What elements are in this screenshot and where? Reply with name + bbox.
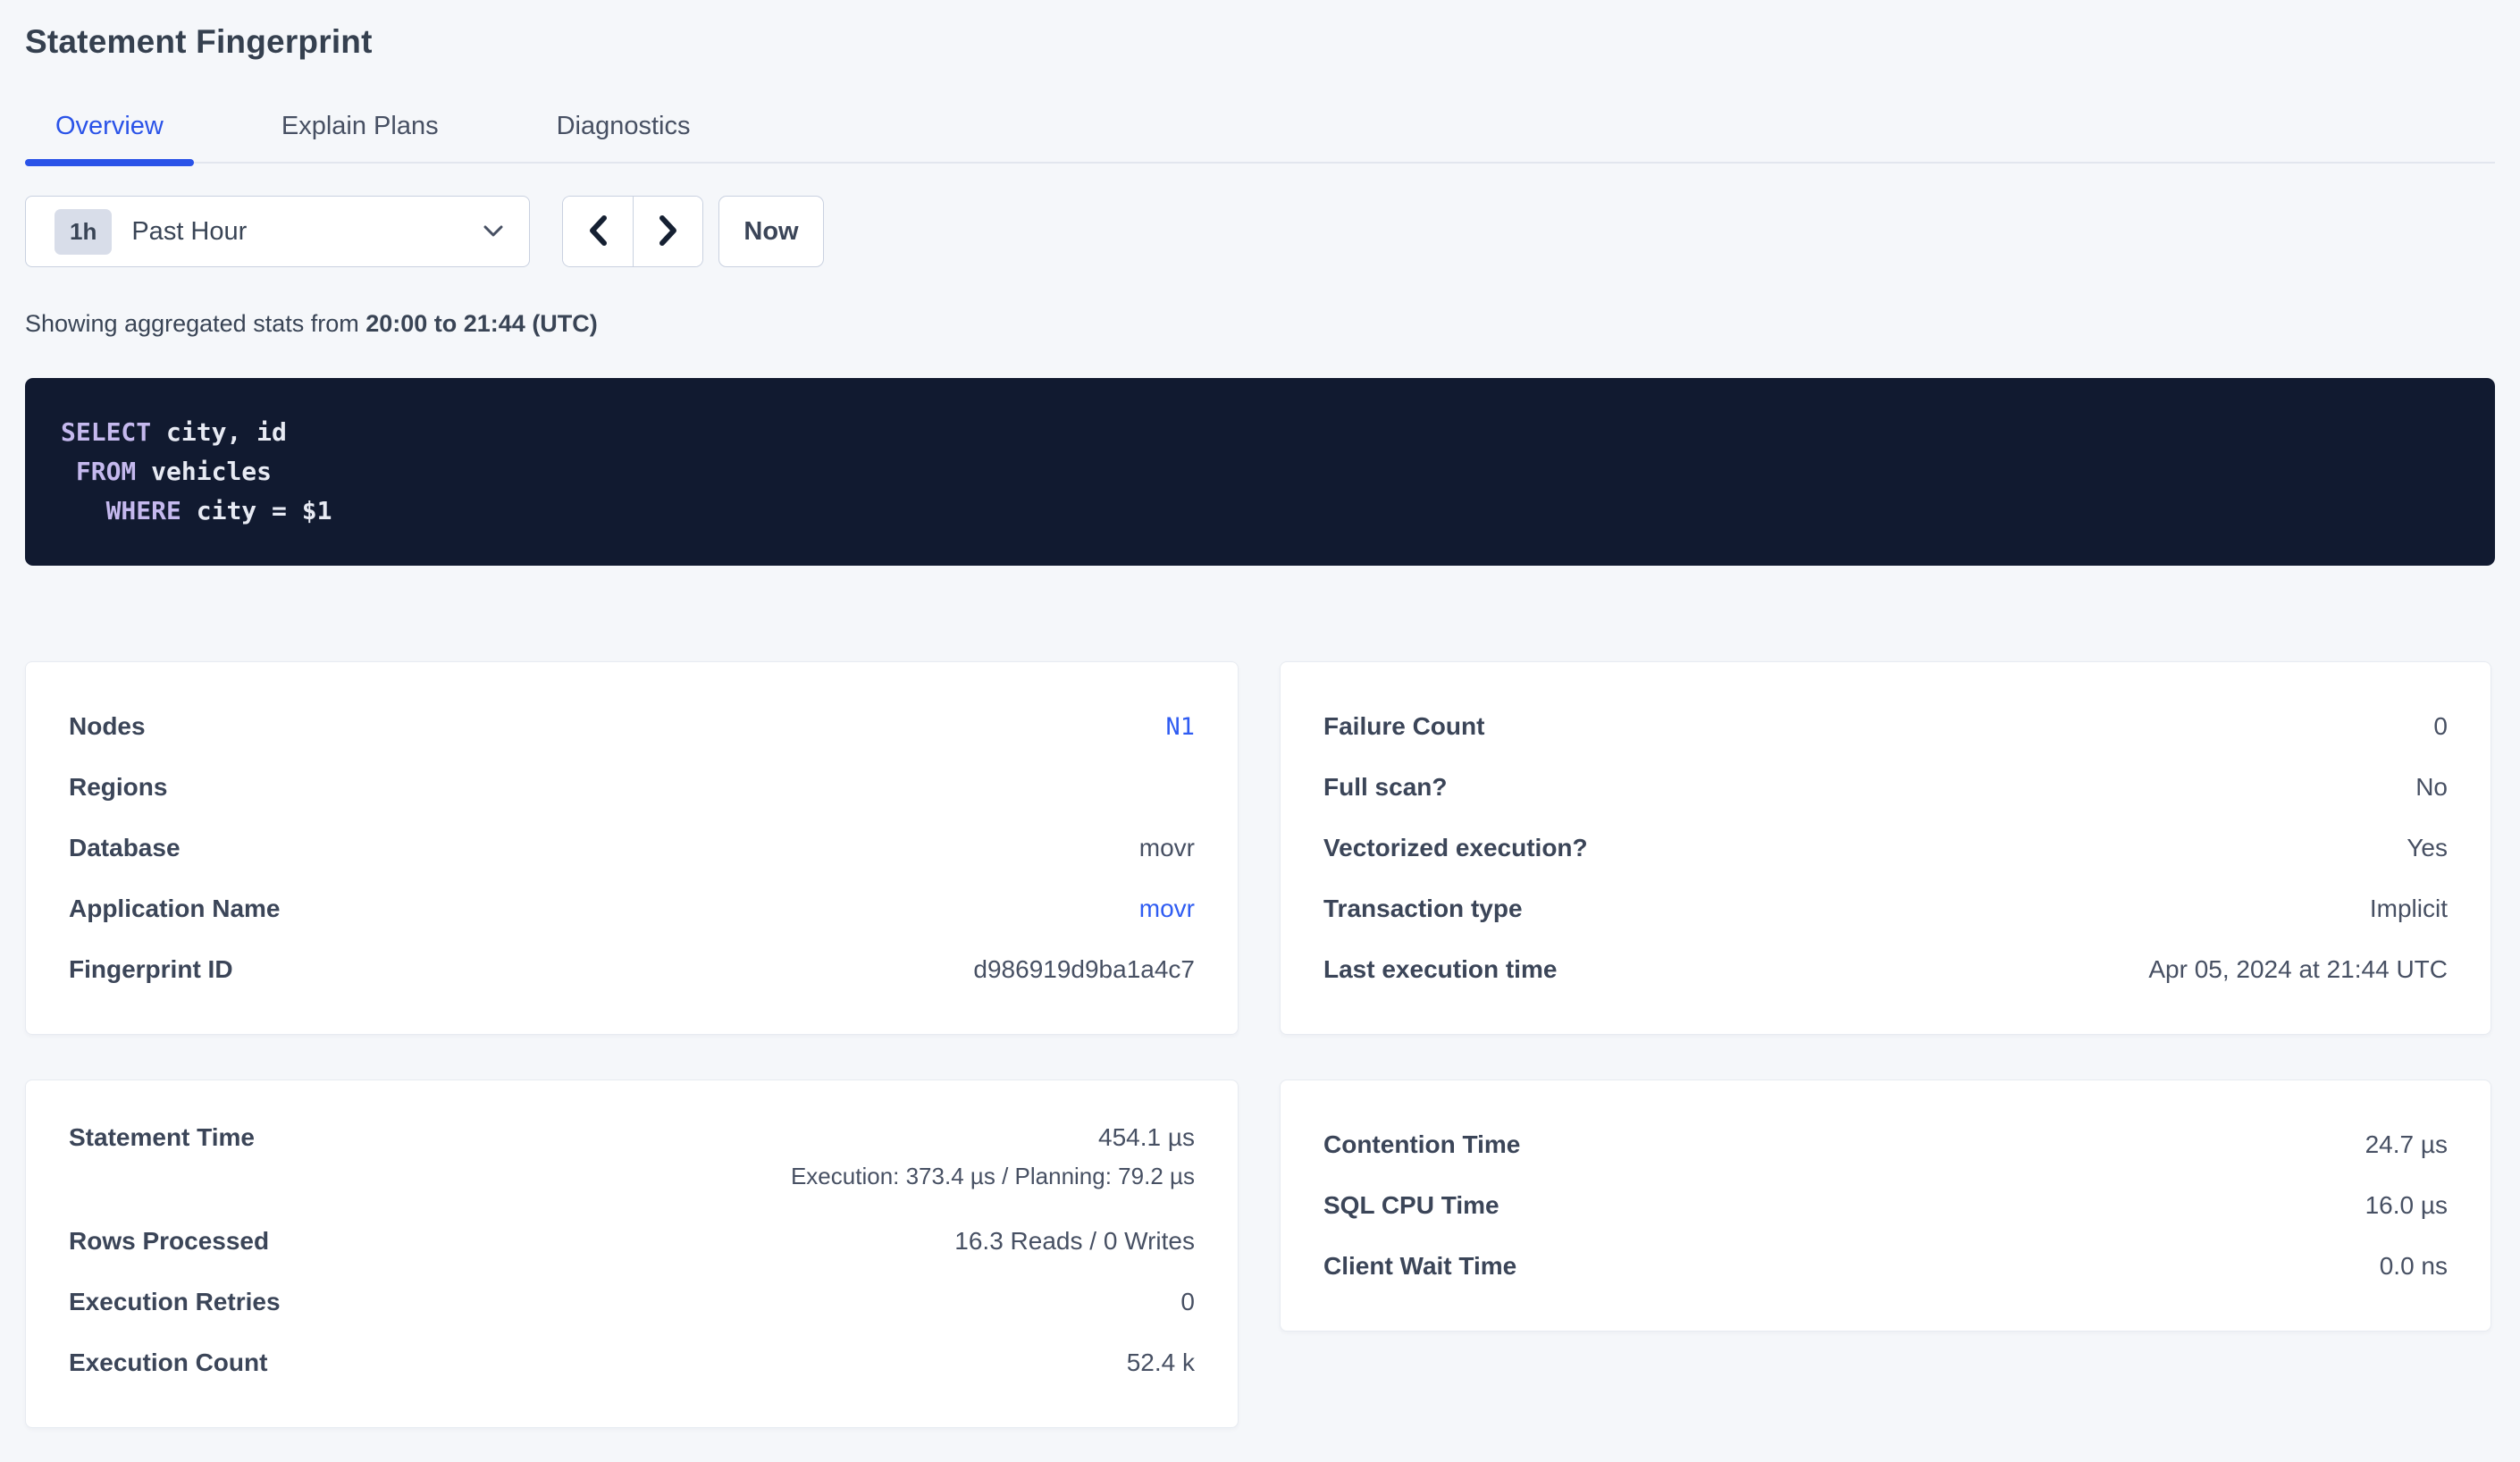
table-row: Contention Time 24.7 µs [1323, 1114, 2448, 1175]
database-value: movr [1139, 834, 1195, 862]
vectorized-execution-value: Yes [2407, 834, 2448, 862]
sql-keyword: FROM [76, 457, 136, 486]
sql-keyword: SELECT [61, 417, 151, 447]
row-label-nodes: Nodes [69, 712, 146, 741]
row-label-regions: Regions [69, 773, 167, 802]
tab-explain-plans[interactable]: Explain Plans [251, 110, 469, 162]
row-label-rows-processed: Rows Processed [69, 1227, 269, 1256]
failure-count-value: 0 [2433, 712, 2448, 741]
statement-time-value: 454.1 µs [1098, 1123, 1195, 1152]
rows-processed-value: 16.3 Reads / 0 Writes [954, 1227, 1195, 1256]
row-label-database: Database [69, 834, 181, 862]
table-row: Application Name movr [69, 878, 1195, 939]
chevron-right-icon [656, 213, 681, 251]
sql-line: FROM vehicles [61, 452, 2459, 492]
full-scan-value: No [2415, 773, 2448, 802]
execution-count-value: 52.4 k [1127, 1349, 1195, 1377]
chevron-down-icon [483, 224, 504, 239]
table-row: Statement Time 454.1 µs Execution: 373.4… [69, 1114, 1195, 1211]
tab-bar: Overview Explain Plans Diagnostics [25, 110, 2495, 164]
wait-time-stats-card: Contention Time 24.7 µs SQL CPU Time 16.… [1280, 1080, 2491, 1332]
application-name-link[interactable]: movr [1139, 895, 1195, 923]
table-row: Regions [69, 757, 1195, 818]
time-toolbar: 1h Past Hour Now [25, 196, 2495, 267]
row-label-full-scan: Full scan? [1323, 773, 1447, 802]
table-row: Rows Processed 16.3 Reads / 0 Writes [69, 1211, 1195, 1272]
row-label-statement-time: Statement Time [69, 1123, 255, 1152]
table-row: Vectorized execution? Yes [1323, 818, 2448, 878]
execution-stats-card: Statement Time 454.1 µs Execution: 373.4… [25, 1080, 1239, 1428]
row-label-failure-count: Failure Count [1323, 712, 1484, 741]
time-range-label: Past Hour [131, 217, 483, 247]
last-execution-time-value: Apr 05, 2024 at 21:44 UTC [2148, 955, 2448, 984]
table-row: SQL CPU Time 16.0 µs [1323, 1175, 2448, 1236]
table-row: Failure Count 0 [1323, 696, 2448, 757]
time-pager [562, 196, 703, 267]
table-row: Full scan? No [1323, 757, 2448, 818]
statement-time-breakdown: Execution: 373.4 µs / Planning: 79.2 µs [791, 1163, 1195, 1190]
row-label-last-execution-time: Last execution time [1323, 955, 1557, 984]
row-label-execution-retries: Execution Retries [69, 1288, 281, 1316]
now-button[interactable]: Now [718, 196, 824, 267]
row-label-contention-time: Contention Time [1323, 1130, 1520, 1159]
row-label-fingerprint-id: Fingerprint ID [69, 955, 233, 984]
aggregated-stats-prefix: Showing aggregated stats from [25, 310, 365, 337]
client-wait-time-value: 0.0 ns [2380, 1252, 2448, 1281]
row-label-transaction-type: Transaction type [1323, 895, 1523, 923]
sql-line: WHERE city = $1 [61, 492, 2459, 531]
tab-overview[interactable]: Overview [25, 110, 194, 162]
sql-cpu-time-value: 16.0 µs [2365, 1191, 2448, 1220]
aggregated-stats-note: Showing aggregated stats from 20:00 to 2… [25, 310, 2495, 338]
row-label-sql-cpu-time: SQL CPU Time [1323, 1191, 1499, 1220]
summary-cards: Nodes N1 Regions Database movr Applicati… [25, 661, 2495, 1428]
sql-statement-box: SELECT city, id FROM vehicles WHERE city… [25, 378, 2495, 566]
table-row: Client Wait Time 0.0 ns [1323, 1236, 2448, 1297]
table-row: Last execution time Apr 05, 2024 at 21:4… [1323, 939, 2448, 1000]
chevron-left-icon [585, 213, 610, 251]
table-row: Fingerprint ID d986919d9ba1a4c7 [69, 939, 1195, 1000]
transaction-type-value: Implicit [2370, 895, 2448, 923]
fingerprint-id-value: d986919d9ba1a4c7 [973, 955, 1195, 984]
previous-time-button[interactable] [563, 197, 633, 266]
nodes-link[interactable]: N1 [1165, 713, 1195, 741]
table-row: Nodes N1 [69, 696, 1195, 757]
statement-time-values: 454.1 µs Execution: 373.4 µs / Planning:… [791, 1123, 1195, 1190]
row-label-vectorized-execution: Vectorized execution? [1323, 834, 1588, 862]
sql-keyword: WHERE [106, 496, 181, 525]
row-label-client-wait-time: Client Wait Time [1323, 1252, 1516, 1281]
statement-fingerprint-page: Statement Fingerprint Overview Explain P… [0, 23, 2520, 1428]
table-row: Database movr [69, 818, 1195, 878]
table-row: Execution Retries 0 [69, 1272, 1195, 1332]
page-title: Statement Fingerprint [25, 23, 2495, 61]
time-range-badge: 1h [55, 209, 112, 255]
execution-attributes-card: Failure Count 0 Full scan? No Vectorized… [1280, 661, 2491, 1035]
row-label-execution-count: Execution Count [69, 1349, 267, 1377]
row-label-application-name: Application Name [69, 895, 280, 923]
tab-diagnostics[interactable]: Diagnostics [526, 110, 721, 162]
statement-details-card: Nodes N1 Regions Database movr Applicati… [25, 661, 1239, 1035]
table-row: Execution Count 52.4 k [69, 1332, 1195, 1393]
next-time-button[interactable] [633, 197, 702, 266]
aggregated-stats-range: 20:00 to 21:44 (UTC) [365, 310, 598, 337]
sql-line: SELECT city, id [61, 413, 2459, 452]
execution-retries-value: 0 [1180, 1288, 1195, 1316]
table-row: Transaction type Implicit [1323, 878, 2448, 939]
time-range-select[interactable]: 1h Past Hour [25, 196, 530, 267]
contention-time-value: 24.7 µs [2365, 1130, 2448, 1159]
